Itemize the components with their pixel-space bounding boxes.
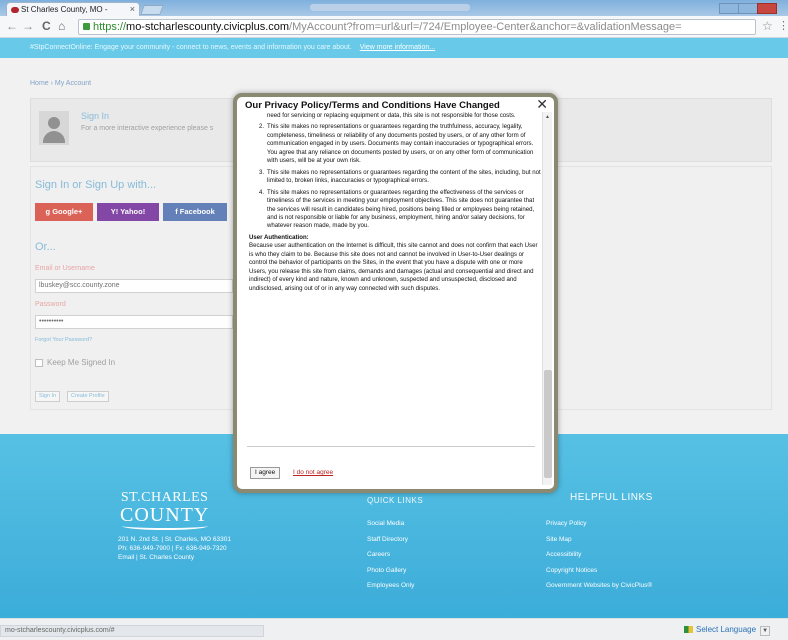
announcement-bar: #StpConnectOnline: Engage your community… bbox=[0, 38, 788, 58]
browser-toolbar: ← → C ⌂ https://mo-stcharlescounty.civic… bbox=[0, 16, 788, 38]
helpful-link[interactable]: Copyright Notices bbox=[546, 563, 652, 579]
county-logo[interactable]: ST.CHARLES COUNTY bbox=[120, 490, 209, 530]
login-heading: Sign In or Sign Up with... bbox=[35, 179, 157, 191]
new-tab-button[interactable] bbox=[140, 5, 164, 15]
quick-link[interactable]: Careers bbox=[367, 547, 414, 563]
or-divider: Or... bbox=[35, 241, 56, 253]
terms-item-number: 3. bbox=[259, 168, 265, 176]
password-field[interactable]: •••••••••• bbox=[35, 315, 233, 329]
dialog-title: Our Privacy Policy/Terms and Conditions … bbox=[245, 100, 500, 111]
password-label: Password bbox=[35, 301, 66, 308]
terms-item-text: This site makes no representations or gu… bbox=[267, 123, 534, 165]
tab-title: St Charles County, MO - bbox=[21, 5, 108, 14]
yahoo-signin-button[interactable]: Y! Yahoo! bbox=[97, 203, 159, 221]
agree-button[interactable]: I agree bbox=[250, 467, 281, 479]
terms-item-text: need for servicing or replacing equipmen… bbox=[267, 112, 516, 119]
address-bar[interactable]: https://mo-stcharlescounty.civicplus.com… bbox=[78, 19, 756, 35]
url-scheme: https:// bbox=[93, 21, 127, 33]
site-favicon-icon bbox=[11, 7, 19, 13]
user-authentication-text: Because user authentication on the Inter… bbox=[249, 242, 538, 292]
terms-item-text: This site makes no representations or gu… bbox=[267, 168, 541, 185]
dialog-scrollbar[interactable]: ▲ bbox=[542, 112, 552, 485]
chevron-down-icon[interactable]: ▼ bbox=[760, 626, 771, 636]
lock-icon bbox=[83, 23, 90, 30]
disagree-link[interactable]: I do not agree bbox=[293, 469, 333, 476]
helpful-link[interactable]: Government Websites by CivicPlus® bbox=[546, 578, 652, 594]
phone-line: Ph: 636-949-7900 | Fx: 636-949-7320 bbox=[118, 545, 227, 552]
helpful-links-list: Privacy Policy Site Map Accessibility Co… bbox=[546, 516, 652, 594]
tab-close-icon[interactable]: × bbox=[130, 3, 135, 16]
quick-links-list: Social Media Staff Directory Careers Pho… bbox=[367, 516, 414, 594]
language-label: Select Language bbox=[696, 625, 757, 634]
url-host: mo-stcharlescounty.civicplus.com bbox=[126, 21, 290, 33]
keep-signed-in-label: Keep Me Signed In bbox=[47, 358, 116, 367]
terms-item: 2. This site makes no representations or… bbox=[249, 123, 541, 165]
email-field[interactable]: lbuskey@scc.county.zone bbox=[35, 279, 233, 293]
window-title bbox=[310, 4, 470, 11]
maximize-button[interactable] bbox=[738, 3, 758, 14]
terms-item: 3. This site makes no representations or… bbox=[249, 169, 541, 186]
terms-item-number: 4. bbox=[259, 188, 265, 196]
forgot-password-link[interactable]: Forgot Your Password? bbox=[35, 337, 92, 343]
email-line[interactable]: Email | St. Charles County bbox=[118, 553, 231, 562]
browser-menu-icon[interactable]: ⋮ bbox=[778, 19, 788, 32]
terms-text: need for servicing or replacing equipmen… bbox=[249, 112, 541, 442]
home-icon[interactable]: ⌂ bbox=[58, 19, 65, 33]
browser-tab[interactable]: St Charles County, MO - × bbox=[6, 2, 140, 16]
avatar-icon bbox=[39, 111, 69, 145]
status-url: mo-stcharlescounty.civicplus.com/# bbox=[0, 625, 264, 637]
signin-button[interactable]: Sign In bbox=[35, 391, 61, 402]
language-selector[interactable]: Select Language ▼ bbox=[684, 625, 771, 636]
close-icon[interactable]: ✕ bbox=[536, 97, 548, 111]
announcement-text: #StpConnectOnline: Engage your community… bbox=[30, 44, 352, 51]
window-controls bbox=[719, 1, 782, 14]
google-translate-icon bbox=[684, 626, 693, 633]
terms-item: need for servicing or replacing equipmen… bbox=[249, 112, 541, 120]
scroll-up-icon[interactable]: ▲ bbox=[545, 114, 550, 120]
user-authentication-heading: User Authentication: bbox=[249, 233, 309, 241]
helpful-link[interactable]: Site Map bbox=[546, 532, 652, 548]
helpful-link[interactable]: Privacy Policy bbox=[546, 516, 652, 532]
url-path: /MyAccount?from=url&url=/724/Employee-Ce… bbox=[289, 21, 682, 33]
browser-statusbar: mo-stcharlescounty.civicplus.com/# Selec… bbox=[0, 618, 788, 640]
announcement-link[interactable]: View more information... bbox=[360, 44, 435, 51]
terms-item-number: 2. bbox=[259, 123, 265, 131]
create-profile-button[interactable]: Create Profile bbox=[67, 391, 109, 402]
minimize-button[interactable] bbox=[719, 3, 739, 14]
scrollbar-thumb[interactable] bbox=[544, 370, 552, 478]
helpful-links-heading: HELPFUL LINKS bbox=[570, 492, 653, 503]
quick-link[interactable]: Social Media bbox=[367, 516, 414, 532]
email-label: Email or Username bbox=[35, 265, 95, 272]
forward-arrow-icon[interactable]: → bbox=[22, 19, 34, 33]
window-close-button[interactable] bbox=[757, 3, 777, 14]
quick-link[interactable]: Staff Directory bbox=[367, 532, 414, 548]
helpful-link[interactable]: Accessibility bbox=[546, 547, 652, 563]
footer-address: 201 N. 2nd St. | St. Charles, MO 63301 P… bbox=[118, 535, 231, 562]
breadcrumb[interactable]: Home › My Account bbox=[30, 80, 91, 87]
signin-subtitle: For a more interactive experience please… bbox=[81, 125, 214, 132]
terms-item-text: This site makes no representations or gu… bbox=[267, 188, 535, 230]
keep-signed-in-checkbox[interactable] bbox=[35, 359, 43, 367]
signin-title: Sign In bbox=[81, 111, 110, 121]
bookmark-star-icon[interactable]: ☆ bbox=[762, 19, 773, 33]
quick-links-heading: QUICK LINKS bbox=[367, 496, 424, 505]
address-line: 201 N. 2nd St. | St. Charles, MO 63301 bbox=[118, 536, 231, 543]
window-titlebar: St Charles County, MO - × bbox=[0, 0, 788, 16]
quick-link[interactable]: Employees Only bbox=[367, 578, 414, 594]
back-arrow-icon[interactable]: ← bbox=[6, 19, 18, 33]
privacy-policy-dialog: Our Privacy Policy/Terms and Conditions … bbox=[233, 93, 558, 493]
quick-link[interactable]: Photo Gallery bbox=[367, 563, 414, 579]
terms-item: 4. This site makes no representations or… bbox=[249, 189, 541, 231]
reload-icon[interactable]: C bbox=[42, 19, 51, 33]
google-signin-button[interactable]: g Google+ bbox=[35, 203, 93, 221]
logo-line-2: COUNTY bbox=[120, 504, 210, 526]
facebook-signin-button[interactable]: f Facebook bbox=[163, 203, 227, 221]
dialog-divider bbox=[247, 446, 535, 447]
